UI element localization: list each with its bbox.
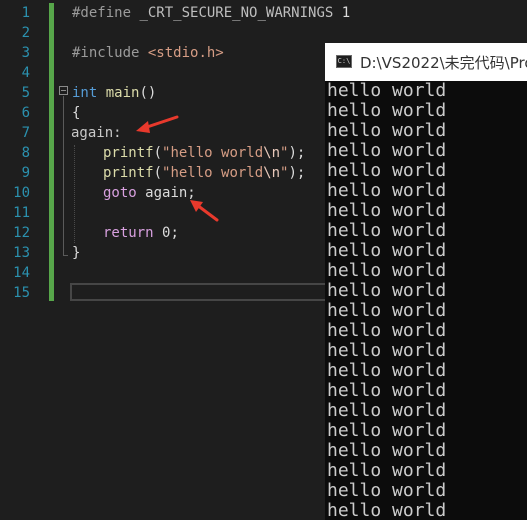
code-line-main[interactable]: int main() bbox=[72, 83, 156, 103]
code-line-include[interactable]: #include <stdio.h> bbox=[72, 43, 224, 63]
line-number: 13 bbox=[13, 245, 30, 261]
include-file: <stdio.h> bbox=[147, 45, 224, 61]
console-output-line: hello world bbox=[327, 340, 447, 361]
escape-sequence: \n bbox=[263, 145, 281, 161]
fold-region-line bbox=[63, 96, 64, 256]
red-arrow-icon bbox=[190, 200, 219, 222]
console-output-line: hello world bbox=[327, 120, 447, 141]
indent-guide bbox=[74, 145, 75, 243]
code-line-printf-1[interactable]: printf("hello world\n"); bbox=[103, 143, 305, 163]
escape-sequence: \n bbox=[263, 165, 281, 181]
string-literal: "hello world bbox=[162, 145, 264, 161]
line-number: 12 bbox=[13, 225, 30, 241]
line-number: 9 bbox=[21, 165, 30, 181]
paren-semicolon: ); bbox=[288, 165, 306, 181]
code-line-open-brace[interactable]: { bbox=[72, 103, 80, 123]
line-number: 15 bbox=[13, 285, 30, 301]
line-number: 7 bbox=[21, 125, 30, 141]
line-number: 2 bbox=[21, 25, 30, 41]
parens: () bbox=[139, 85, 157, 101]
function-name: printf bbox=[103, 145, 154, 161]
fold-region-end bbox=[63, 255, 68, 256]
directive: #define bbox=[72, 5, 132, 21]
console-output-line: hello world bbox=[327, 380, 447, 401]
open-brace: { bbox=[72, 105, 81, 121]
code-line-define[interactable]: #define _CRT_SECURE_NO_WARNINGS 1 bbox=[72, 3, 350, 23]
directive: #include bbox=[72, 45, 140, 61]
macro-value: 1 bbox=[341, 5, 351, 21]
line-number: 6 bbox=[21, 105, 30, 121]
saved-changes-indicator bbox=[49, 3, 54, 301]
console-output-line: hello world bbox=[327, 500, 447, 520]
line-number: 10 bbox=[13, 185, 30, 201]
console-app-icon: C:\ bbox=[336, 55, 352, 68]
paren: ( bbox=[153, 145, 163, 161]
console-title: D:\VS2022\未完代码\Pro bbox=[360, 54, 527, 72]
function-name: main bbox=[105, 85, 140, 101]
console-output-line: hello world bbox=[327, 440, 447, 461]
paren: ( bbox=[153, 165, 163, 181]
console-output-line: hello world bbox=[327, 360, 447, 381]
code-line-return[interactable]: return 0; bbox=[103, 223, 179, 243]
collapse-toggle-icon[interactable] bbox=[59, 86, 68, 95]
console-window[interactable]: C:\ D:\VS2022\未完代码\Pro hello world hello … bbox=[325, 43, 527, 520]
console-output-line: hello world bbox=[327, 300, 447, 321]
code-line-goto[interactable]: goto again; bbox=[103, 183, 196, 203]
console-output-line: hello world bbox=[327, 320, 447, 341]
line-number: 1 bbox=[21, 5, 30, 21]
line-number: 11 bbox=[13, 205, 30, 221]
console-output-line: hello world bbox=[327, 80, 447, 101]
goto-label: again: bbox=[71, 125, 122, 141]
console-titlebar[interactable]: C:\ D:\VS2022\未完代码\Pro bbox=[325, 43, 527, 81]
string-literal: "hello world bbox=[162, 165, 264, 181]
console-output-line: hello world bbox=[327, 200, 447, 221]
line-number: 3 bbox=[21, 45, 30, 61]
code-line-printf-2[interactable]: printf("hello world\n"); bbox=[103, 163, 305, 183]
keyword-return: return bbox=[103, 225, 154, 241]
code-line-label[interactable]: again: bbox=[71, 123, 122, 143]
line-number: 14 bbox=[13, 265, 30, 281]
line-number: 8 bbox=[21, 145, 30, 161]
console-output-line: hello world bbox=[327, 220, 447, 241]
close-brace: } bbox=[72, 245, 81, 261]
console-output-line: hello world bbox=[327, 180, 447, 201]
macro-name: _CRT_SECURE_NO_WARNINGS bbox=[139, 5, 334, 21]
console-output-line: hello world bbox=[327, 280, 447, 301]
console-output-line: hello world bbox=[327, 400, 447, 421]
function-name: printf bbox=[103, 165, 154, 181]
return-value: 0; bbox=[162, 225, 179, 241]
console-output-line: hello world bbox=[327, 420, 447, 441]
console-output-line: hello world bbox=[327, 460, 447, 481]
console-output-line: hello world bbox=[327, 100, 447, 121]
line-number: 5 bbox=[21, 85, 30, 101]
keyword-int: int bbox=[72, 85, 98, 101]
paren-semicolon: ); bbox=[288, 145, 306, 161]
code-line-close-brace[interactable]: } bbox=[72, 243, 80, 263]
console-output-line: hello world bbox=[327, 480, 447, 501]
console-output: hello world hello world hello world hello w… bbox=[327, 81, 446, 520]
console-output-line: hello world bbox=[327, 140, 447, 161]
line-number: 4 bbox=[21, 65, 30, 81]
keyword-goto: goto bbox=[103, 185, 137, 201]
console-output-line: hello world bbox=[327, 240, 447, 261]
red-arrow-icon bbox=[136, 115, 179, 133]
console-output-line: hello world bbox=[327, 260, 447, 281]
console-output-line: hello world bbox=[327, 160, 447, 181]
